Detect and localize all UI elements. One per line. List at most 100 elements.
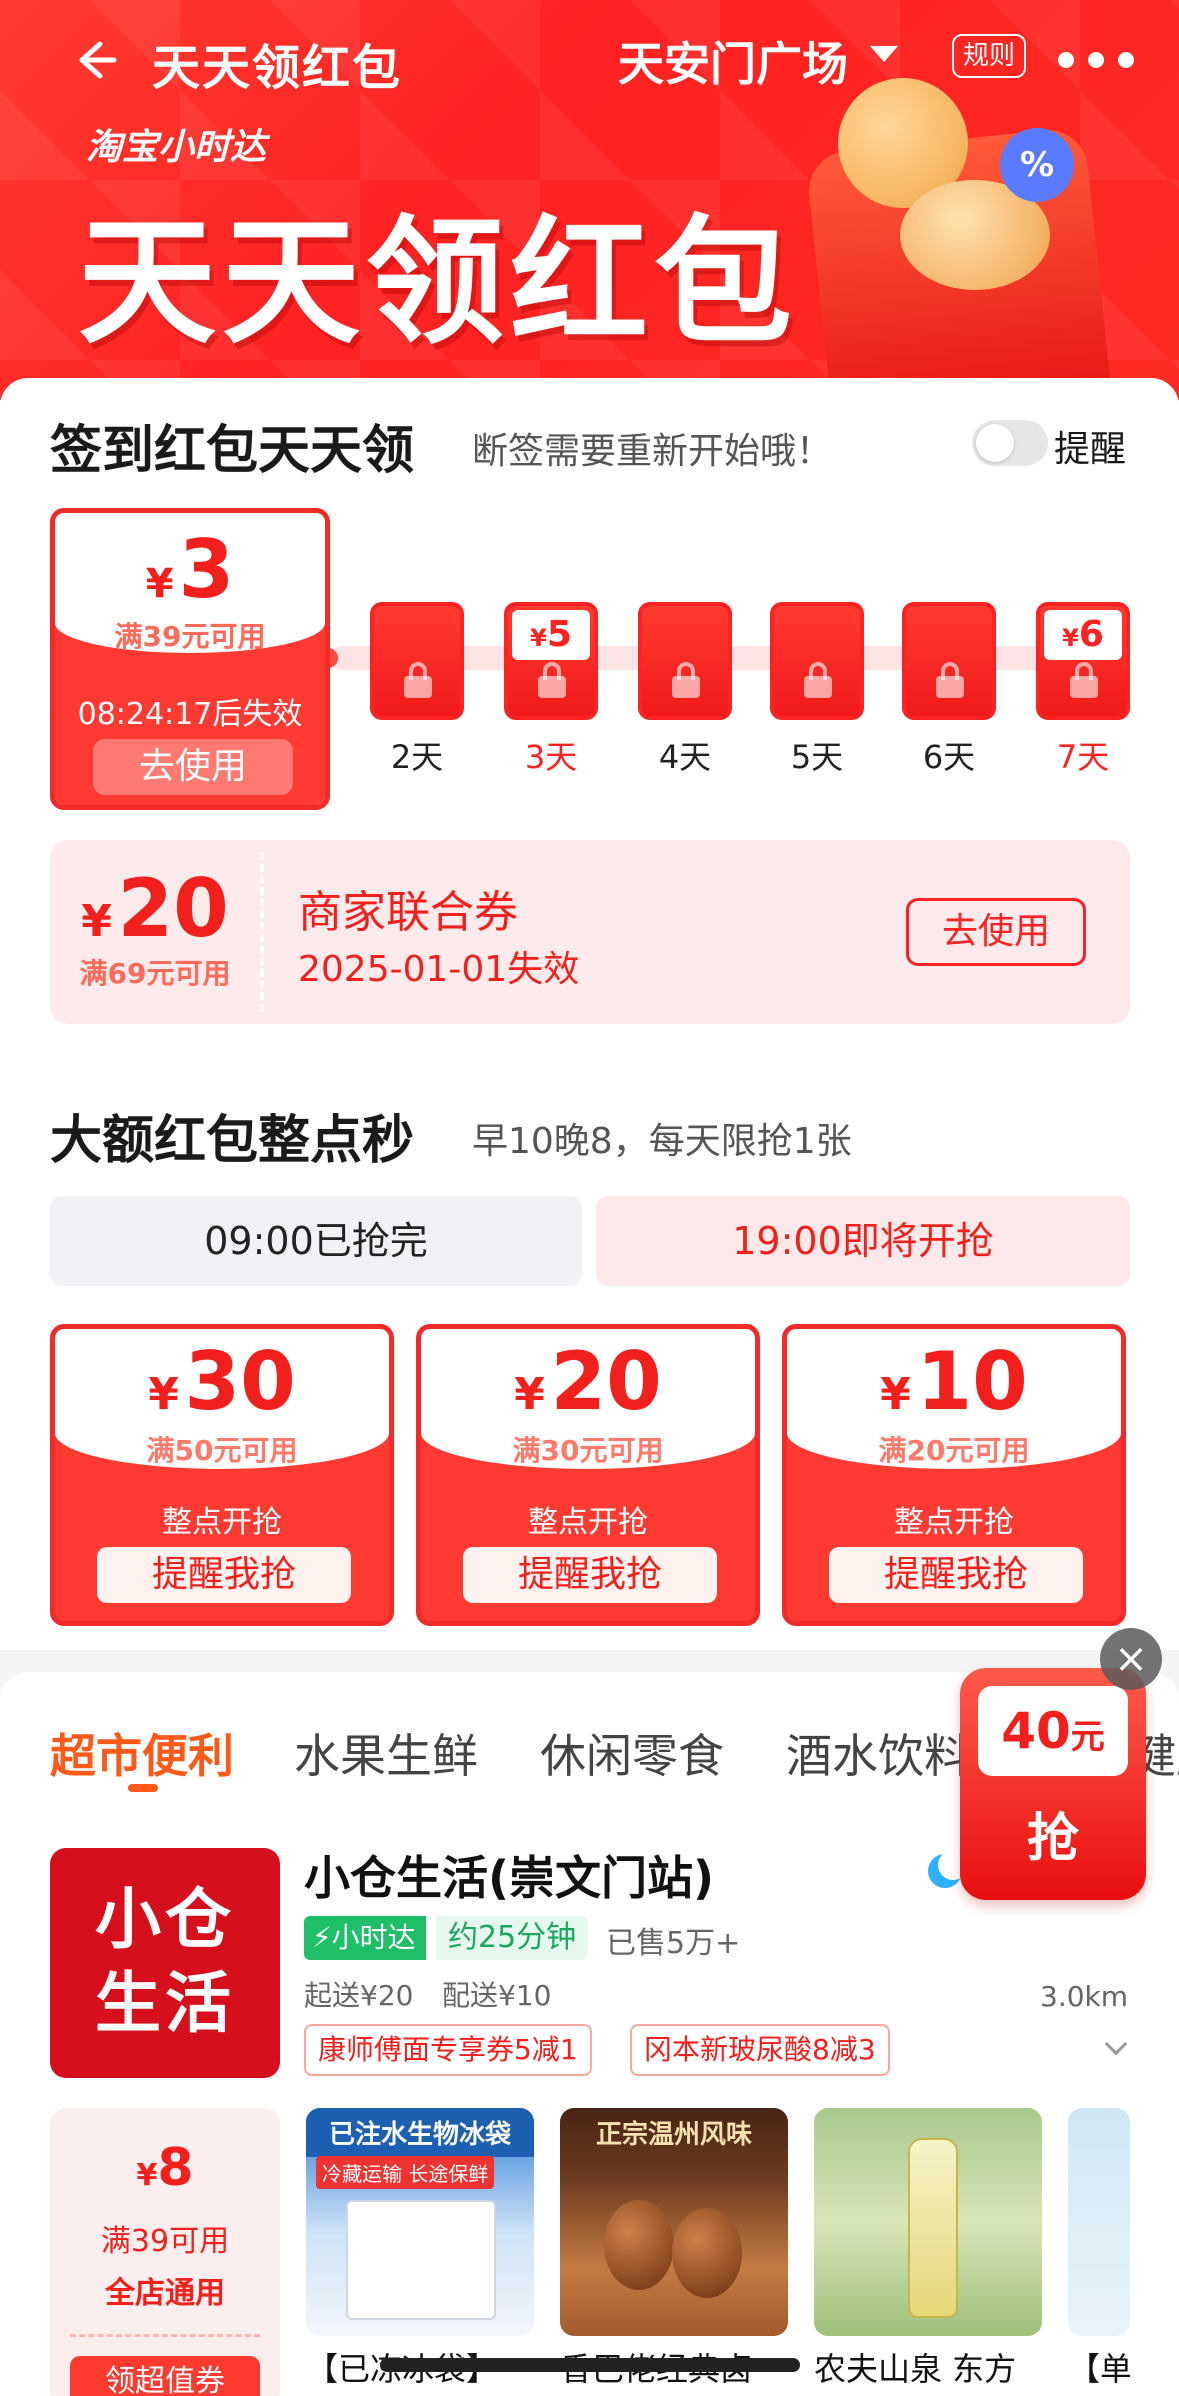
coupon-amount: 3 <box>178 523 235 616</box>
product-title[interactable]: 农夫山泉 东方 <box>814 2344 1042 2390</box>
remind-toggle[interactable] <box>972 420 1048 466</box>
distance: 3.0km <box>1040 1980 1129 2013</box>
hero-title: 天天领红包 <box>78 202 799 363</box>
coupon-amount: 30 <box>184 1335 296 1428</box>
flash-title: 大额红包整点秒 <box>50 1111 415 1171</box>
more-icon[interactable] <box>1058 52 1148 72</box>
signin-subtitle: 断签需要重新开始哦！ <box>472 431 833 472</box>
day-label: 4天 <box>658 738 712 776</box>
lock-icon <box>538 662 566 698</box>
remind-me-button[interactable]: 提醒我抢 <box>829 1547 1083 1603</box>
bottle-illustration <box>908 2138 958 2318</box>
coupon-condition: 满39可用 <box>100 2224 230 2259</box>
brand-logo: 淘宝小时达 <box>86 127 267 168</box>
lock-icon <box>672 662 700 698</box>
store-logo[interactable]: 小仓 生活 <box>50 1848 280 2078</box>
coupon-amount: 20 <box>117 862 229 955</box>
remind-me-button[interactable]: 提醒我抢 <box>463 1547 717 1603</box>
signin-title: 签到红包天天领 <box>50 421 415 481</box>
claim-coupon-button[interactable]: 领超值券 <box>70 2356 260 2396</box>
rules-button[interactable]: 规则 <box>952 34 1026 78</box>
coupon-status: 整点开抢 <box>162 1505 282 1540</box>
back-arrow-icon[interactable] <box>66 32 122 88</box>
product-image[interactable] <box>1068 2108 1130 2336</box>
day-2-box <box>370 602 464 720</box>
lock-icon <box>1070 662 1098 698</box>
chevron-down-icon[interactable] <box>870 46 898 62</box>
store-coupon: ¥8 满39可用 全店通用 领超值券 <box>50 2108 280 2396</box>
tab-drinks[interactable]: 酒水饮料 <box>786 1720 970 1786</box>
slot-evening[interactable]: 19:00即将开抢 <box>596 1196 1130 1286</box>
product-band: 正宗温州风味 <box>595 2120 752 2150</box>
home-indicator <box>380 2358 800 2372</box>
active-tab-indicator <box>128 1784 158 1792</box>
lock-icon <box>404 662 432 698</box>
currency-symbol: ¥ <box>145 561 174 607</box>
lock-icon <box>936 662 964 698</box>
sold-count: 已售5万+ <box>606 1926 741 1961</box>
egg-illustration <box>604 2200 674 2290</box>
promo-tag[interactable]: 冈本新玻尿酸8减3 <box>630 2024 890 2076</box>
flash-coupon: ¥ 20 满30元可用 整点开抢 提醒我抢 <box>416 1324 760 1626</box>
ice-bag-illustration <box>346 2200 496 2320</box>
top-nav: 天天领红包 天安门广场 规则 <box>0 22 1179 96</box>
coupon-scope: 全店通用 <box>105 2276 225 2311</box>
coupon-condition: 满39元可用 <box>114 620 266 653</box>
day-5-box <box>770 602 864 720</box>
close-icon[interactable]: × <box>1100 1628 1162 1690</box>
promo-tag[interactable]: 康师傅面专享券5减1 <box>304 2024 592 2076</box>
product-caption: 冷藏运输 长途保鲜 <box>316 2156 495 2189</box>
day-reward: 6 <box>1078 614 1104 655</box>
floating-red-envelope[interactable]: 40元 抢 <box>960 1668 1146 1900</box>
coupon-name: 商家联合券 <box>298 887 518 938</box>
product-band: 已注水生物冰袋 <box>306 2108 534 2157</box>
flash-subtitle: 早10晚8，每天限抢1张 <box>472 1121 852 1162</box>
lock-icon <box>804 662 832 698</box>
day-label: 5天 <box>790 738 844 776</box>
remind-me-button[interactable]: 提醒我抢 <box>97 1547 351 1603</box>
coupon-condition: 满50元可用 <box>146 1434 298 1467</box>
slot-morning[interactable]: 09:00已抢完 <box>50 1196 582 1286</box>
coupon-amount: 20 <box>550 1335 662 1428</box>
coupon-amount: 10 <box>916 1335 1028 1428</box>
use-coupon-button[interactable]: 去使用 <box>93 739 293 795</box>
coupon-condition: 满30元可用 <box>512 1434 664 1467</box>
page-title: 天天领红包 <box>152 40 403 96</box>
expiry-timer: 08:24:17后失效 <box>77 697 303 732</box>
product-title[interactable]: 【单 <box>1068 2344 1130 2390</box>
day1-coupon: ¥ 3 满39元可用 08:24:17后失效 去使用 <box>50 508 330 810</box>
day-label: 3天 <box>524 738 578 776</box>
night-moon-icon <box>928 1850 968 1888</box>
coupon-status: 整点开抢 <box>894 1505 1014 1540</box>
coupon-expiry: 2025-01-01失效 <box>298 949 580 990</box>
store-name[interactable]: 小仓生活(崇文门站) <box>304 1842 714 1908</box>
grab-label: 抢 <box>1026 1809 1079 1869</box>
day-7-box: ¥6 <box>1036 602 1130 720</box>
location-selector[interactable]: 天安门广场 <box>618 28 848 94</box>
product-image[interactable]: 已注水生物冰袋 冷藏运输 长途保鲜 <box>306 2108 534 2336</box>
eta-badge: 约25分钟 <box>436 1916 589 1960</box>
product-image[interactable]: 正宗温州风味 <box>560 2108 788 2336</box>
coupon-amount: 8 <box>157 2138 194 2198</box>
coupon-status: 整点开抢 <box>528 1505 648 1540</box>
main-card: 签到红包天天领 断签需要重新开始哦！ 提醒 ¥ 3 满39元可用 08:24:1… <box>0 378 1179 1650</box>
delivery-fee: 配送¥10 <box>442 1979 552 2012</box>
egg-illustration <box>672 2208 742 2298</box>
day-4-box <box>638 602 732 720</box>
fast-delivery-badge: ⚡小时达 <box>304 1916 426 1960</box>
floating-amount: 40 <box>1001 1702 1071 1760</box>
coupon-condition: 满20元可用 <box>878 1434 1030 1467</box>
product-image[interactable] <box>814 2108 1042 2336</box>
merchant-coupon: ¥ 20 满69元可用 商家联合券 2025-01-01失效 去使用 <box>50 840 1130 1024</box>
day-3-box: ¥5 <box>504 602 598 720</box>
tab-supermarket[interactable]: 超市便利 <box>50 1720 234 1786</box>
tab-snacks[interactable]: 休闲零食 <box>540 1720 724 1786</box>
tab-fruit[interactable]: 水果生鲜 <box>294 1720 478 1786</box>
use-coupon-button[interactable]: 去使用 <box>906 898 1086 966</box>
day-label: 2天 <box>390 738 444 776</box>
coupon-condition: 满69元可用 <box>79 957 231 990</box>
flash-coupon: ¥ 30 满50元可用 整点开抢 提醒我抢 <box>50 1324 394 1626</box>
flash-coupon: ¥ 10 满20元可用 整点开抢 提醒我抢 <box>782 1324 1126 1626</box>
min-order: 起送¥20 <box>304 1979 414 2012</box>
remind-label: 提醒 <box>1054 429 1127 470</box>
